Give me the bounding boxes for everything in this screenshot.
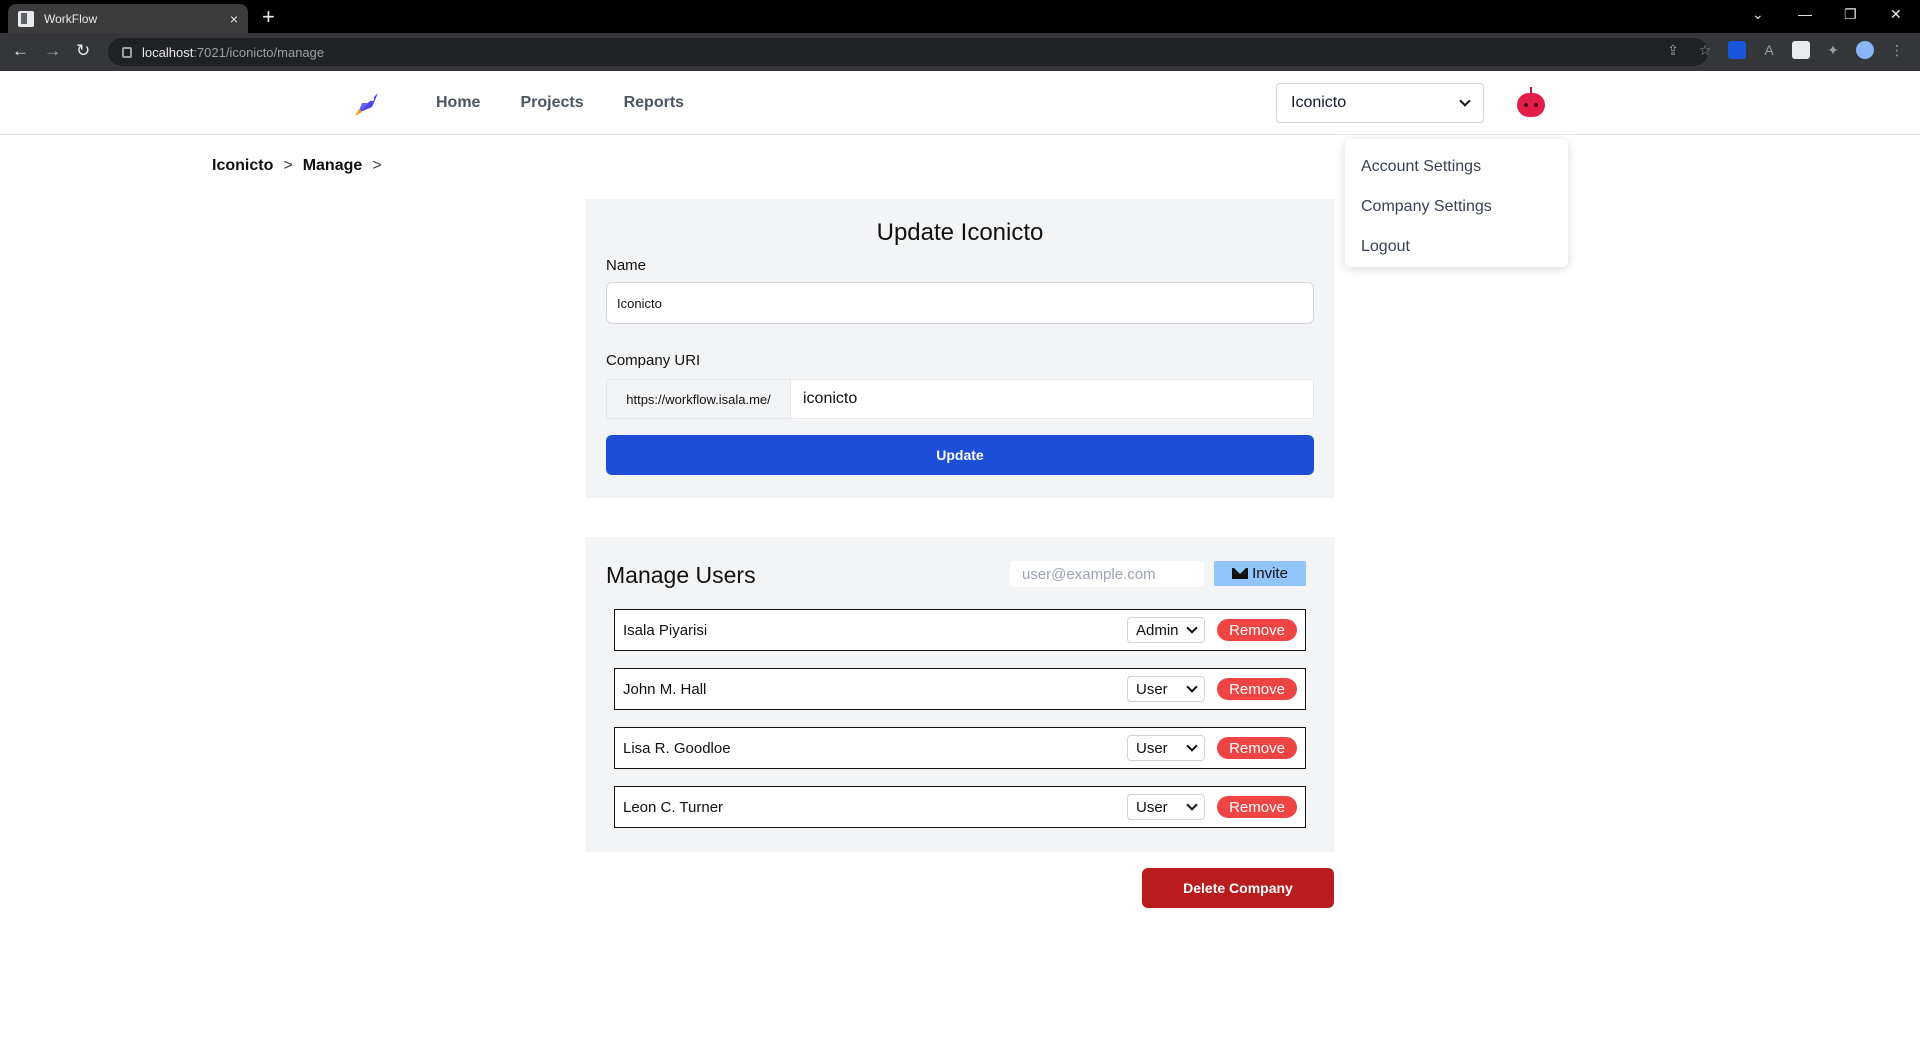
forward-icon[interactable]: →: [44, 41, 61, 61]
nav-links: Home Projects Reports: [436, 71, 684, 135]
remove-user-button[interactable]: Remove: [1217, 737, 1297, 759]
manage-users-panel: Manage Users user@example.com Invite Isa…: [586, 537, 1334, 852]
breadcrumb: Iconicto > Manage >: [212, 157, 382, 175]
breadcrumb-manage[interactable]: Manage: [303, 157, 363, 175]
user-row: Isala Piyarisi Admin Remove: [614, 609, 1306, 651]
extensions-row: ⇪ ☆ A ✦ ⋮: [1664, 41, 1906, 59]
company-uri-input[interactable]: iconicto: [791, 380, 1313, 418]
top-navbar: Home Projects Reports Iconicto: [0, 71, 1920, 135]
remove-user-button[interactable]: Remove: [1217, 796, 1297, 818]
role-select[interactable]: User: [1127, 676, 1205, 702]
chevron-down-icon: [1186, 681, 1198, 693]
chevron-down-icon: [1186, 740, 1198, 752]
role-value: User: [1136, 798, 1168, 816]
menu-item-logout[interactable]: Logout: [1345, 227, 1568, 267]
user-name: John M. Hall: [623, 680, 707, 698]
manage-users-header: Manage Users user@example.com Invite: [606, 557, 1314, 593]
browser-tabbar: WorkFlow × + ⌄ — ❐ ✕: [0, 0, 1920, 33]
company-select-value: Iconicto: [1291, 94, 1347, 111]
update-button[interactable]: Update: [606, 435, 1314, 475]
remove-user-button[interactable]: Remove: [1217, 678, 1297, 700]
url-host: localhost: [142, 44, 194, 60]
nav-home[interactable]: Home: [436, 94, 480, 112]
lock-icon: [122, 46, 132, 58]
uri-prefix: https://workflow.isala.me/: [607, 380, 791, 418]
manage-users-heading: Manage Users: [606, 561, 756, 588]
user-avatar-icon[interactable]: [1516, 87, 1546, 119]
user-name: Isala Piyarisi: [623, 621, 708, 639]
user-row: Lisa R. Goodloe User Remove: [614, 727, 1306, 769]
role-value: User: [1136, 739, 1168, 757]
puzzle-icon[interactable]: ✦: [1824, 41, 1842, 59]
new-tab-button[interactable]: +: [262, 4, 275, 30]
nav-projects[interactable]: Projects: [520, 94, 583, 112]
nav-reports[interactable]: Reports: [624, 94, 684, 112]
tab-search-icon[interactable]: ⌄: [1752, 6, 1764, 23]
tab-close-icon[interactable]: ×: [230, 11, 238, 27]
app: Home Projects Reports Iconicto Account S…: [0, 71, 1920, 1040]
user-row: John M. Hall User Remove: [614, 668, 1306, 710]
tab-title: WorkFlow: [44, 11, 98, 26]
profile-avatar-icon[interactable]: [1856, 41, 1874, 59]
minimize-icon[interactable]: —: [1798, 6, 1812, 22]
browser-tab[interactable]: WorkFlow ×: [8, 4, 248, 33]
bookmark-star-icon[interactable]: ☆: [1696, 41, 1714, 59]
extension-icon[interactable]: [1728, 41, 1746, 59]
address-bar[interactable]: localhost:7021/iconicto/manage: [108, 38, 1708, 66]
update-heading: Update Iconicto: [876, 219, 1044, 246]
envelope-icon: [1232, 568, 1249, 579]
company-select[interactable]: Iconicto: [1276, 83, 1484, 123]
breadcrumb-separator: >: [283, 157, 293, 174]
translate-icon[interactable]: A: [1760, 41, 1778, 59]
share-icon[interactable]: ⇪: [1664, 41, 1682, 59]
user-list: Isala Piyarisi Admin Remove John M. Hall…: [606, 609, 1314, 828]
back-icon[interactable]: ←: [12, 41, 29, 61]
update-company-panel: Update Iconicto Name Iconicto Company UR…: [586, 199, 1334, 498]
remove-user-button[interactable]: Remove: [1217, 619, 1297, 641]
chevron-down-icon: [1186, 799, 1198, 811]
invite-label: Invite: [1252, 565, 1288, 582]
name-input[interactable]: Iconicto: [606, 282, 1314, 324]
breadcrumb-separator: >: [372, 157, 382, 174]
reload-icon[interactable]: ↻: [76, 41, 90, 61]
restore-icon[interactable]: ❐: [1844, 6, 1857, 23]
user-name: Lisa R. Goodloe: [623, 739, 731, 757]
page-icon: [18, 10, 34, 27]
name-label: Name: [606, 257, 647, 274]
invite-email-input[interactable]: user@example.com: [1010, 561, 1204, 587]
chevron-down-icon: [1186, 622, 1198, 634]
menu-item-account-settings[interactable]: Account Settings: [1345, 147, 1568, 187]
role-select[interactable]: Admin: [1127, 617, 1205, 643]
user-row: Leon C. Turner User Remove: [614, 786, 1306, 828]
breadcrumb-iconicto[interactable]: Iconicto: [212, 157, 273, 175]
menu-dots-icon[interactable]: ⋮: [1888, 41, 1906, 59]
url-text: localhost:7021/iconicto/manage: [142, 45, 324, 60]
company-uri-label: Company URI: [606, 352, 701, 369]
menu-item-company-settings[interactable]: Company Settings: [1345, 187, 1568, 227]
role-value: User: [1136, 680, 1168, 698]
role-select[interactable]: User: [1127, 794, 1205, 820]
user-name: Leon C. Turner: [623, 798, 724, 816]
role-select[interactable]: User: [1127, 735, 1205, 761]
url-path: :7021/iconicto/manage: [193, 44, 325, 60]
extension-icon[interactable]: [1792, 41, 1810, 59]
delete-company-button[interactable]: Delete Company: [1142, 868, 1334, 908]
chevron-down-icon: [1459, 95, 1471, 107]
company-uri-group: https://workflow.isala.me/ iconicto: [606, 379, 1314, 419]
browser-toolbar: ← → ↻ localhost:7021/iconicto/manage ⇪ ☆…: [0, 33, 1920, 71]
user-dropdown-menu: Account Settings Company Settings Logout: [1345, 139, 1568, 267]
invite-button[interactable]: Invite: [1214, 561, 1306, 586]
role-value: Admin: [1136, 621, 1179, 639]
rocket-logo-icon[interactable]: [350, 85, 386, 121]
window-close-icon[interactable]: ✕: [1890, 6, 1902, 23]
